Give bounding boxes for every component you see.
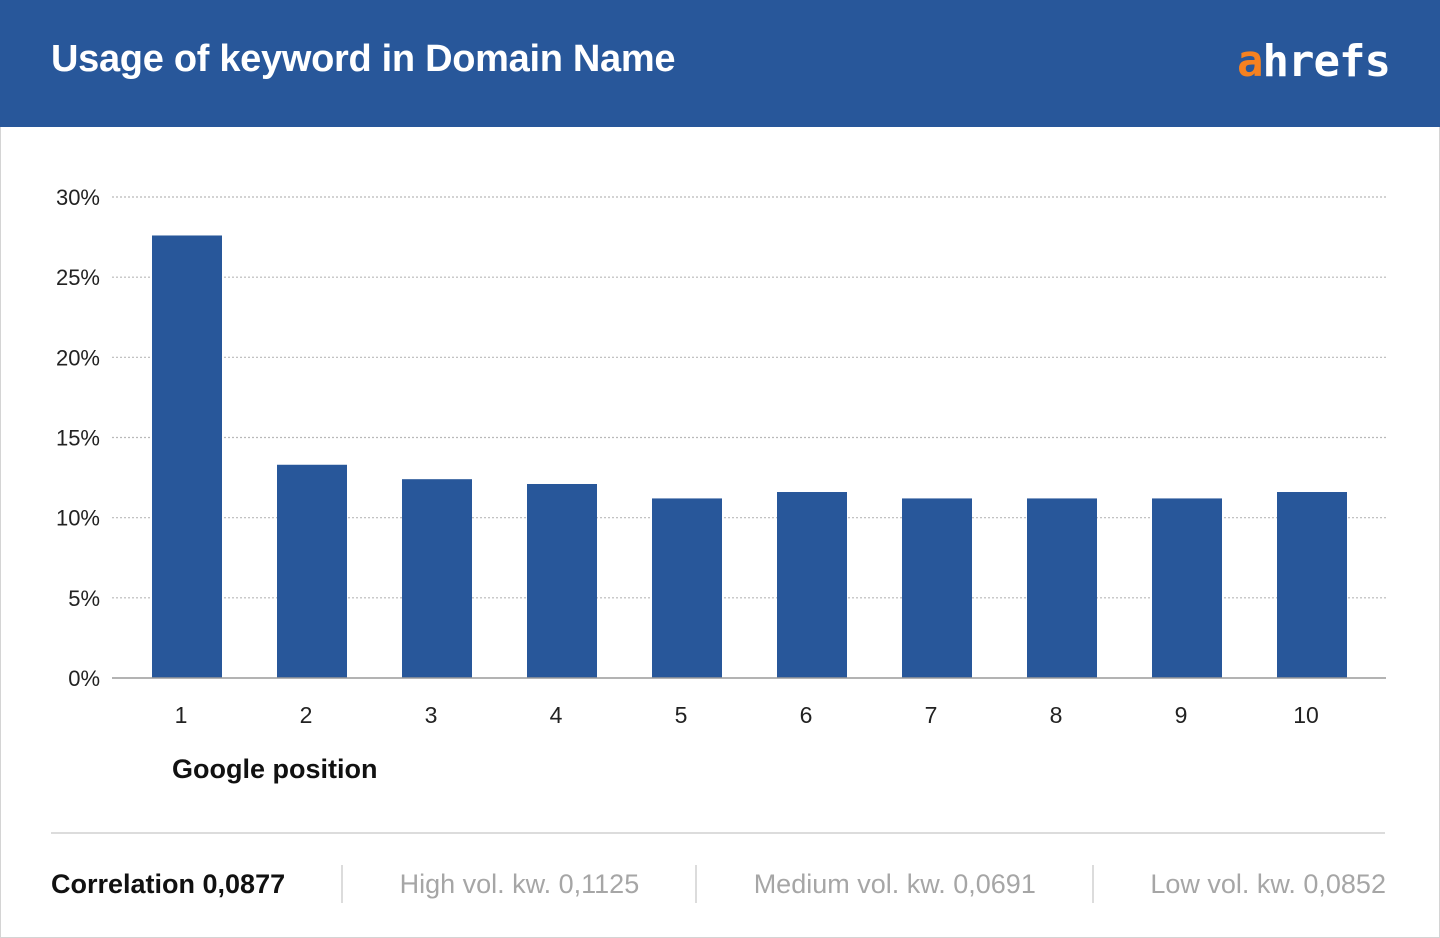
y-axis-ticks: 0% 5% 10% 15% 20% 25% 30% (56, 185, 100, 691)
bar (277, 464, 347, 678)
correlation-low-volume: Low vol. kw. 0,0852 (1150, 868, 1386, 899)
bar (1027, 498, 1097, 678)
stat-divider (695, 865, 698, 903)
stat-divider (341, 865, 344, 903)
logo-text: hrefs (1262, 36, 1391, 87)
x-tick-label: 1 (175, 702, 188, 728)
bar (402, 479, 472, 678)
stat-divider (1092, 865, 1095, 903)
x-axis-title: Google position (172, 754, 378, 784)
y-tick-label: 25% (56, 265, 100, 290)
bar (777, 492, 847, 678)
y-tick-label: 5% (68, 586, 100, 611)
header-banner: Usage of keyword in Domain Name ahrefs (0, 0, 1440, 127)
correlation-high-volume: High vol. kw. 0,1125 (399, 868, 640, 899)
correlation-stats: Correlation 0,0877 High vol. kw. 0,1125 … (51, 862, 1386, 906)
bar (1277, 492, 1347, 678)
bar (152, 235, 222, 678)
footer-separator (51, 832, 1385, 834)
y-tick-label: 0% (68, 666, 100, 691)
logo-accent-letter: a (1237, 36, 1263, 87)
x-tick-label: 9 (1175, 702, 1188, 728)
x-tick-label: 3 (425, 702, 438, 728)
x-tick-label: 8 (1050, 702, 1063, 728)
x-tick-label: 6 (800, 702, 813, 728)
y-tick-label: 10% (56, 506, 100, 531)
x-axis-ticks: 1 2 3 4 5 6 7 8 9 10 (175, 702, 1319, 728)
bar (652, 498, 722, 678)
x-tick-label: 7 (925, 702, 938, 728)
bar (527, 483, 597, 678)
chart-title: Usage of keyword in Domain Name (51, 38, 676, 80)
bar-chart: 0% 5% 10% 15% 20% 25% 30% 1 2 3 4 5 6 7 8 9 10 (56, 185, 1386, 728)
bar (1152, 498, 1222, 678)
correlation-medium-volume: Medium vol. kw. 0,0691 (753, 868, 1036, 899)
bars (152, 235, 1347, 678)
y-tick-label: 30% (56, 185, 100, 210)
x-tick-label: 2 (300, 702, 313, 728)
x-tick-label: 4 (550, 702, 563, 728)
x-tick-label: 10 (1293, 702, 1319, 728)
correlation-overall: Correlation 0,0877 (51, 868, 286, 899)
x-tick-label: 5 (675, 702, 688, 728)
bar (902, 498, 972, 678)
ahrefs-logo: ahrefs (1237, 36, 1391, 87)
y-tick-label: 20% (56, 345, 100, 370)
y-tick-label: 15% (56, 426, 100, 451)
